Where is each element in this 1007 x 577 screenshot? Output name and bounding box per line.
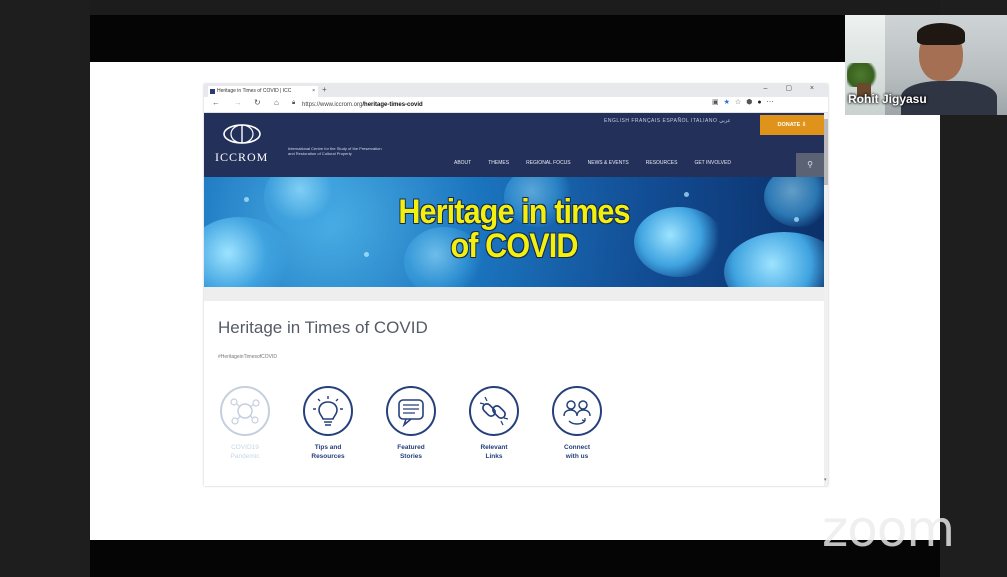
feature-label-line1: Relevant xyxy=(480,444,508,451)
browser-tab-bar: Heritage in Times of COVID | ICC × + – ▢… xyxy=(204,84,828,97)
feature-label-line1: COVID19 xyxy=(231,444,259,451)
favorites-list-icon[interactable]: ☆ xyxy=(735,99,746,106)
nav-item-get-involved[interactable]: GET INVOLVED xyxy=(694,160,731,166)
feature-relevant-links[interactable]: Relevant Links xyxy=(464,386,524,461)
browser-address-bar: ← → ↻ ⌂ 🔒︎ https://www.iccrom.org/herita… xyxy=(204,97,828,113)
participant-name-label: Rohit Jigyasu xyxy=(848,92,927,106)
virus-dot xyxy=(244,197,249,202)
feature-label: COVID19 Pandemic xyxy=(215,443,275,461)
hashtag-link[interactable]: #HeritageinTimesofCOVID xyxy=(218,354,277,360)
donate-label: DONATE xyxy=(777,122,801,128)
zoom-watermark-logo: zoom xyxy=(822,500,955,558)
people-connect-icon xyxy=(563,400,591,425)
site-header: ENGLISH FRANÇAIS ESPAÑOL ITALIANO عربي D… xyxy=(204,113,824,177)
feature-label: Connect with us xyxy=(547,443,607,461)
profile-icon[interactable]: ● xyxy=(757,99,766,106)
feature-connect-with-us[interactable]: Connect with us xyxy=(547,386,607,461)
feature-label-line2: Links xyxy=(485,453,503,460)
virus-dot xyxy=(684,192,689,197)
hero-banner: Heritage in times of COVID xyxy=(204,177,824,287)
scrollbar-thumb[interactable] xyxy=(824,119,828,185)
feature-tips-resources[interactable]: Tips and Resources xyxy=(298,386,358,461)
feature-label-line1: Featured xyxy=(397,444,425,451)
nav-item-news-events[interactable]: NEWS & EVENTS xyxy=(588,160,629,166)
nav-item-regional-focus[interactable]: REGIONAL FOCUS xyxy=(526,160,571,166)
feature-label: Featured Stories xyxy=(381,443,441,461)
logo-subtitle: International Centre for the Study of th… xyxy=(288,146,382,156)
feature-label: Tips and Resources xyxy=(298,443,358,461)
url-field[interactable]: https://www.iccrom.org/heritage-times-co… xyxy=(302,100,722,110)
lock-icon: 🔒︎ xyxy=(292,100,296,106)
refresh-icon[interactable]: ↻ xyxy=(254,98,261,107)
feature-covid19-pandemic[interactable]: COVID19 Pandemic xyxy=(215,386,275,461)
participant-hair xyxy=(917,23,965,45)
tab-close-icon[interactable]: × xyxy=(312,86,315,97)
browser-toolbar-icons[interactable]: ▣★☆⬢●⋯ xyxy=(712,98,779,106)
browser-tab[interactable]: Heritage in Times of COVID | ICC × xyxy=(208,86,318,97)
window-controls[interactable]: – ▢ × xyxy=(764,84,822,92)
feature-icon-ring xyxy=(386,386,436,436)
feature-label-line1: Connect xyxy=(564,444,590,451)
back-arrow-icon[interactable]: ← xyxy=(212,98,220,107)
nav-item-about[interactable]: ABOUT xyxy=(454,160,471,166)
feature-label-line2: Resources xyxy=(311,453,345,460)
virus-dot xyxy=(794,217,799,222)
home-icon[interactable]: ⌂ xyxy=(274,98,279,107)
hero-title: Heritage in times of COVID xyxy=(352,195,676,263)
zoom-bottom-letterbox xyxy=(90,540,940,577)
zoom-left-margin xyxy=(0,0,90,577)
url-path: /heritage-times-covid xyxy=(362,102,423,108)
zoom-top-letterbox xyxy=(90,15,845,62)
donate-button[interactable]: DONATE ⇩ xyxy=(760,115,824,135)
feature-label-line2: with us xyxy=(565,453,589,460)
favorite-star-icon[interactable]: ★ xyxy=(724,99,735,106)
link-icon xyxy=(479,396,509,426)
more-menu-icon[interactable]: ⋯ xyxy=(767,99,779,106)
participant-video-tile[interactable]: Rohit Jigyasu xyxy=(845,15,1007,115)
page-title: Heritage in Times of COVID xyxy=(218,318,428,337)
feature-icon-ring xyxy=(469,386,519,436)
tab-title: Heritage in Times of COVID | ICC xyxy=(217,88,292,94)
feature-label-line2: Stories xyxy=(399,453,423,460)
nav-item-resources[interactable]: RESOURCES xyxy=(646,160,678,166)
virus-illustration xyxy=(724,232,824,287)
feature-featured-stories[interactable]: Featured Stories xyxy=(381,386,441,461)
site-search-icon[interactable]: ⚲ xyxy=(796,153,824,177)
feature-icon-ring xyxy=(220,386,270,436)
extension-icon[interactable]: ⬢ xyxy=(746,99,757,106)
hero-title-line-1: Heritage in times xyxy=(398,193,630,231)
reader-view-icon[interactable]: ▣ xyxy=(712,99,724,106)
logo-wordmark[interactable]: ICCROM xyxy=(215,150,268,165)
url-host: https://www.iccrom.org xyxy=(302,102,363,108)
new-tab-button[interactable]: + xyxy=(322,85,327,94)
virus-illustration xyxy=(264,177,354,237)
main-navigation: ABOUT THEMES REGIONAL FOCUS NEWS & EVENTS RE… xyxy=(454,160,748,166)
feature-icon-ring xyxy=(303,386,353,436)
forward-arrow-icon[interactable]: → xyxy=(234,98,242,107)
feature-icon-ring xyxy=(552,386,602,436)
hero-title-line-2: of COVID xyxy=(450,227,578,265)
section-divider xyxy=(204,287,824,301)
nav-item-themes[interactable]: THEMES xyxy=(488,160,509,166)
site-favicon-icon xyxy=(210,89,215,94)
browser-window: Heritage in Times of COVID | ICC × + – ▢… xyxy=(204,84,828,486)
virus-network-icon xyxy=(230,398,260,425)
speech-bubble-icon xyxy=(398,399,424,428)
feature-label-line2: Pandemic xyxy=(230,453,260,460)
feature-label-line1: Tips and xyxy=(314,444,342,451)
iccrom-logo-icon[interactable] xyxy=(222,123,262,145)
feature-label: Relevant Links xyxy=(464,443,524,461)
lightbulb-icon xyxy=(313,396,343,426)
language-selector[interactable]: ENGLISH FRANÇAIS ESPAÑOL ITALIANO عربي xyxy=(604,118,731,124)
scroll-down-arrow-icon[interactable]: ▾ xyxy=(824,477,827,483)
